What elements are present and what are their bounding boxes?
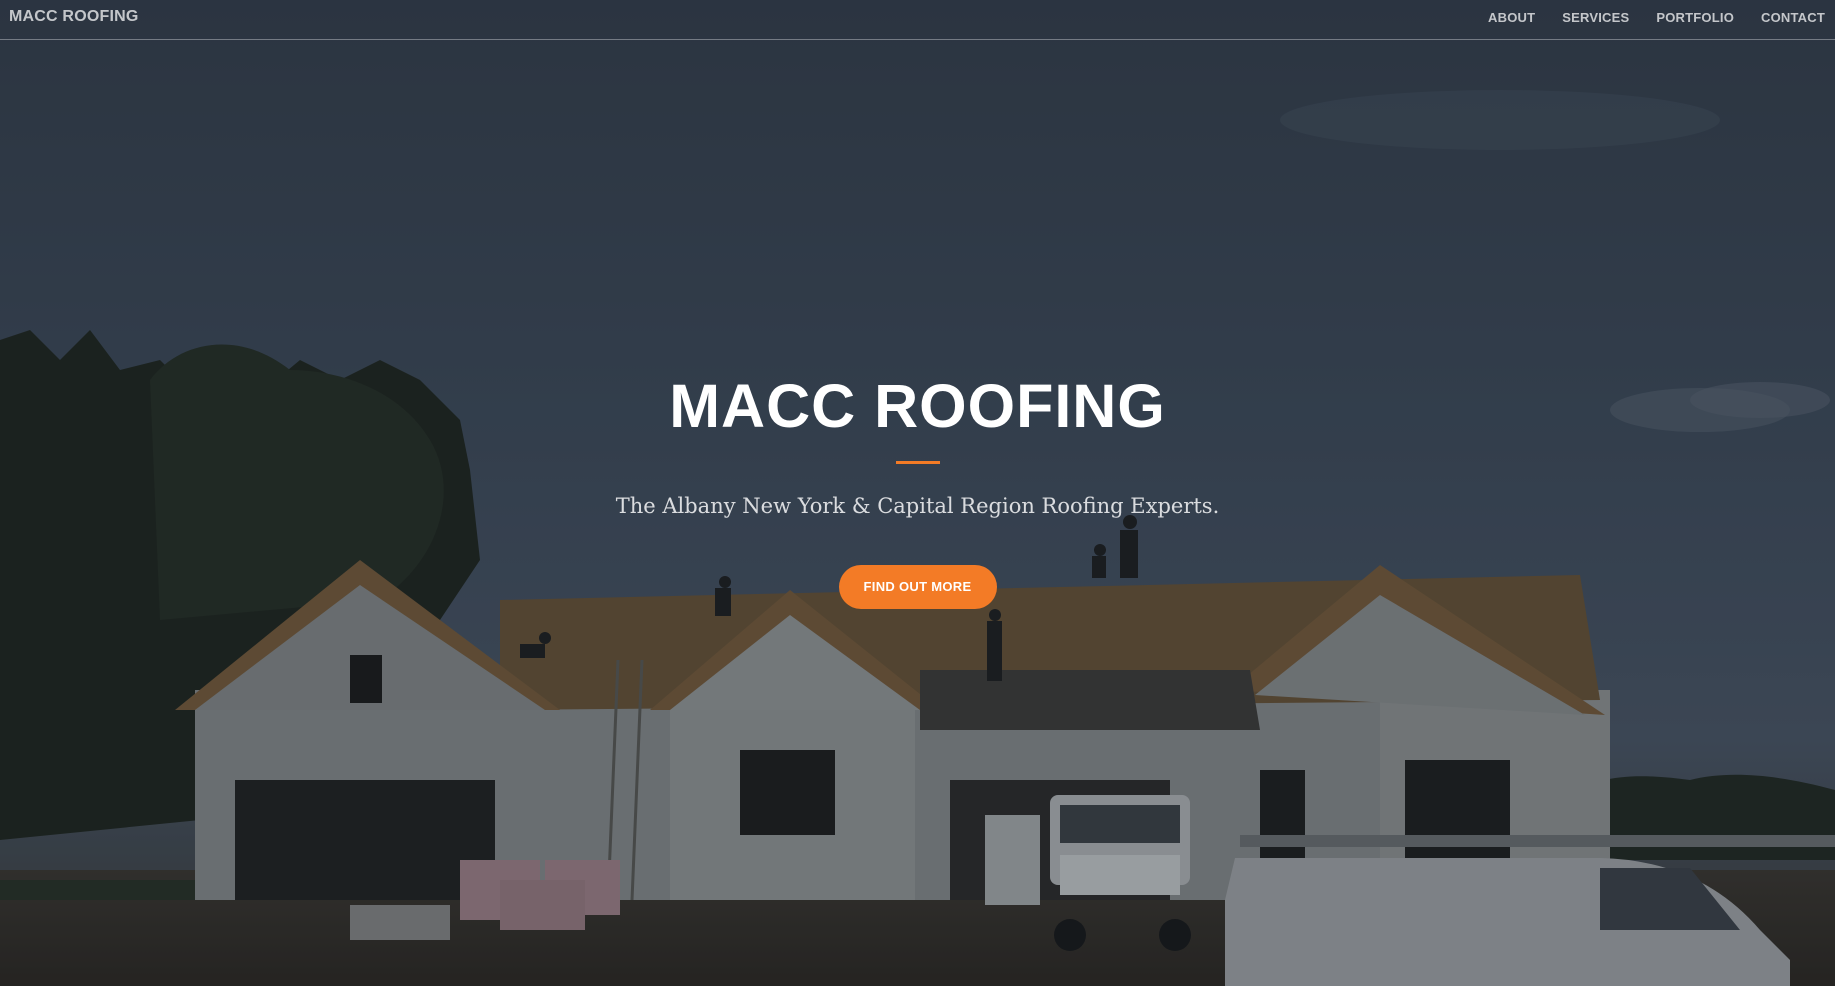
page: MACC ROOFING ABOUT SERVICES PORTFOLIO CO… — [0, 0, 1835, 986]
hero-subtitle: The Albany New York & Capital Region Roo… — [615, 494, 1220, 518]
top-navbar: MACC ROOFING ABOUT SERVICES PORTFOLIO CO… — [0, 0, 1835, 40]
find-out-more-button[interactable]: FIND OUT MORE — [838, 565, 997, 609]
hero-title: MACC ROOFING — [669, 372, 1166, 440]
hero-section: MACC ROOFING The Albany New York & Capit… — [0, 365, 1835, 609]
nav-link-services[interactable]: SERVICES — [1562, 10, 1629, 25]
title-divider — [895, 461, 940, 464]
nav-link-about[interactable]: ABOUT — [1488, 10, 1535, 25]
brand-link[interactable]: MACC ROOFING — [9, 8, 139, 26]
nav-links: ABOUT SERVICES PORTFOLIO CONTACT — [1488, 10, 1825, 25]
nav-link-portfolio[interactable]: PORTFOLIO — [1656, 10, 1734, 25]
nav-link-contact[interactable]: CONTACT — [1761, 10, 1825, 25]
